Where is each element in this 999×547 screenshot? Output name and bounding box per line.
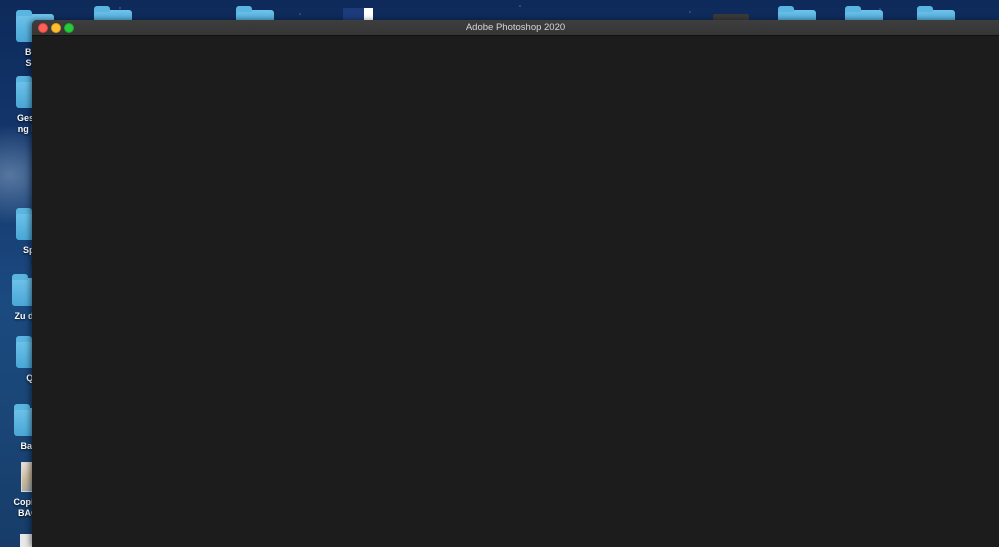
window-title: Adobe Photoshop 2020 [465, 22, 566, 33]
photoshop-window: Adobe Photoshop 2020 [32, 20, 999, 547]
workspace-area[interactable] [32, 36, 999, 547]
desktop-document-icon[interactable] [20, 534, 32, 547]
window-titlebar[interactable]: Adobe Photoshop 2020 [32, 20, 999, 36]
